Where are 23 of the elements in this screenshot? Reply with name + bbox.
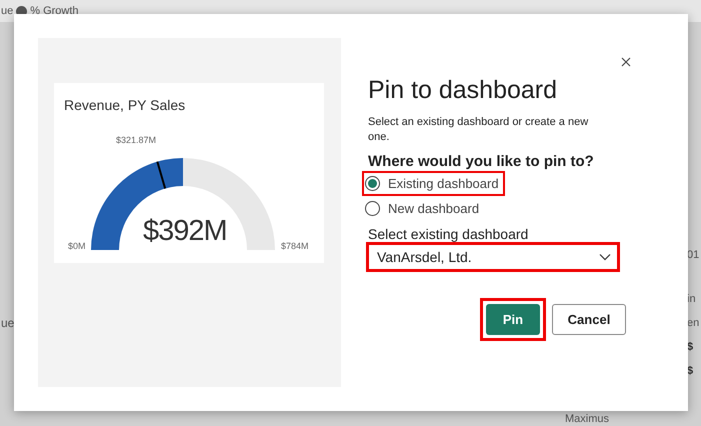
pin-button[interactable]: Pin: [486, 304, 540, 335]
cancel-button[interactable]: Cancel: [552, 304, 626, 335]
legend-text: ue: [1, 5, 14, 17]
max-label: $784M: [281, 241, 309, 251]
target-label: $321.87M: [116, 135, 156, 145]
target-marker: [156, 161, 166, 189]
radio-icon[interactable]: [365, 176, 380, 191]
dashboard-dropdown[interactable]: VanArsdel, Ltd.: [366, 242, 620, 272]
gauge-value: $392M: [143, 215, 227, 248]
dialog-title: Pin to dashboard: [368, 76, 558, 105]
radio-option[interactable]: New dashboard: [362, 196, 486, 221]
legend-text: % Growth: [30, 5, 79, 17]
background-text: ue: [1, 316, 14, 330]
chevron-down-icon: [599, 253, 611, 261]
card-title: Revenue, PY Sales: [63, 97, 186, 113]
background-text: Maximus: [565, 412, 610, 424]
radio-option[interactable]: Existing dashboard: [362, 171, 505, 196]
dropdown-label: Select existing dashboard: [368, 226, 530, 242]
radio-icon[interactable]: [365, 201, 380, 216]
min-label: $0M: [68, 241, 86, 251]
close-icon[interactable]: [620, 56, 632, 68]
question-label: Where would you like to pin to?: [368, 153, 595, 170]
dialog-description: Select an existing dashboard or create a new one.: [368, 115, 590, 145]
